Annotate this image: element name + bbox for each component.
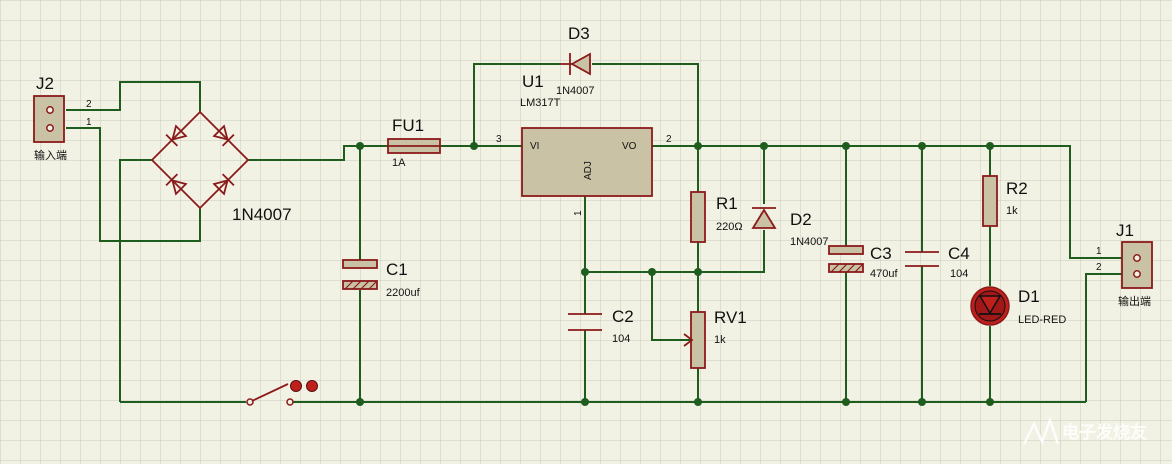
j2-pin2: 2 xyxy=(86,99,92,110)
schematic-canvas: J2 2 1 输入端 1N4007 FU1 1A D3 1N4007 U1 LM… xyxy=(0,0,1172,464)
j1-description: 输出端 xyxy=(1118,294,1151,308)
r1-label: R1 xyxy=(716,194,738,213)
c3-value: 470uf xyxy=(870,268,898,280)
d2-value: 1N4007 xyxy=(790,236,829,248)
c3-label: C3 xyxy=(870,244,892,263)
rv1-value: 1k xyxy=(714,334,726,346)
u1-pin3: 3 xyxy=(496,134,502,145)
bridge-label: 1N4007 xyxy=(232,205,292,224)
c4-label: C4 xyxy=(948,244,970,263)
j2-label: J2 xyxy=(36,74,54,93)
j2-description: 输入端 xyxy=(34,148,67,162)
r2-value: 1k xyxy=(1006,205,1018,217)
u1-adj-pin: ADJ xyxy=(583,161,594,180)
d3-label: D3 xyxy=(568,24,590,43)
rv1-label: RV1 xyxy=(714,308,747,327)
r2-label: R2 xyxy=(1006,179,1028,198)
u1-label: U1 xyxy=(522,72,544,91)
j1-pin1: 1 xyxy=(1096,246,1102,257)
j2-pin1: 1 xyxy=(86,117,92,128)
j1-label: J1 xyxy=(1116,221,1134,240)
d1-label: D1 xyxy=(1018,287,1040,306)
u1-pin1: 1 xyxy=(573,210,584,216)
c4-value: 104 xyxy=(950,268,968,280)
d3-value: 1N4007 xyxy=(556,85,595,97)
d1-value: LED-RED xyxy=(1018,314,1066,326)
fu1-label: FU1 xyxy=(392,116,424,135)
j1-pin2: 2 xyxy=(1096,262,1102,273)
c2-value: 104 xyxy=(612,333,630,345)
watermark-text: 电子发烧友 xyxy=(1062,422,1147,442)
c2-label: C2 xyxy=(612,307,634,326)
c1-value: 2200uf xyxy=(386,287,421,299)
u1-pin2: 2 xyxy=(666,134,672,145)
u1-value: LM317T xyxy=(520,97,561,109)
d2-label: D2 xyxy=(790,210,812,229)
c1-label: C1 xyxy=(386,260,408,279)
r1-value: 220Ω xyxy=(716,221,743,233)
u1-vi-pin: VI xyxy=(530,141,539,152)
u1-vo-pin: VO xyxy=(622,141,637,152)
fu1-value: 1A xyxy=(392,157,406,169)
